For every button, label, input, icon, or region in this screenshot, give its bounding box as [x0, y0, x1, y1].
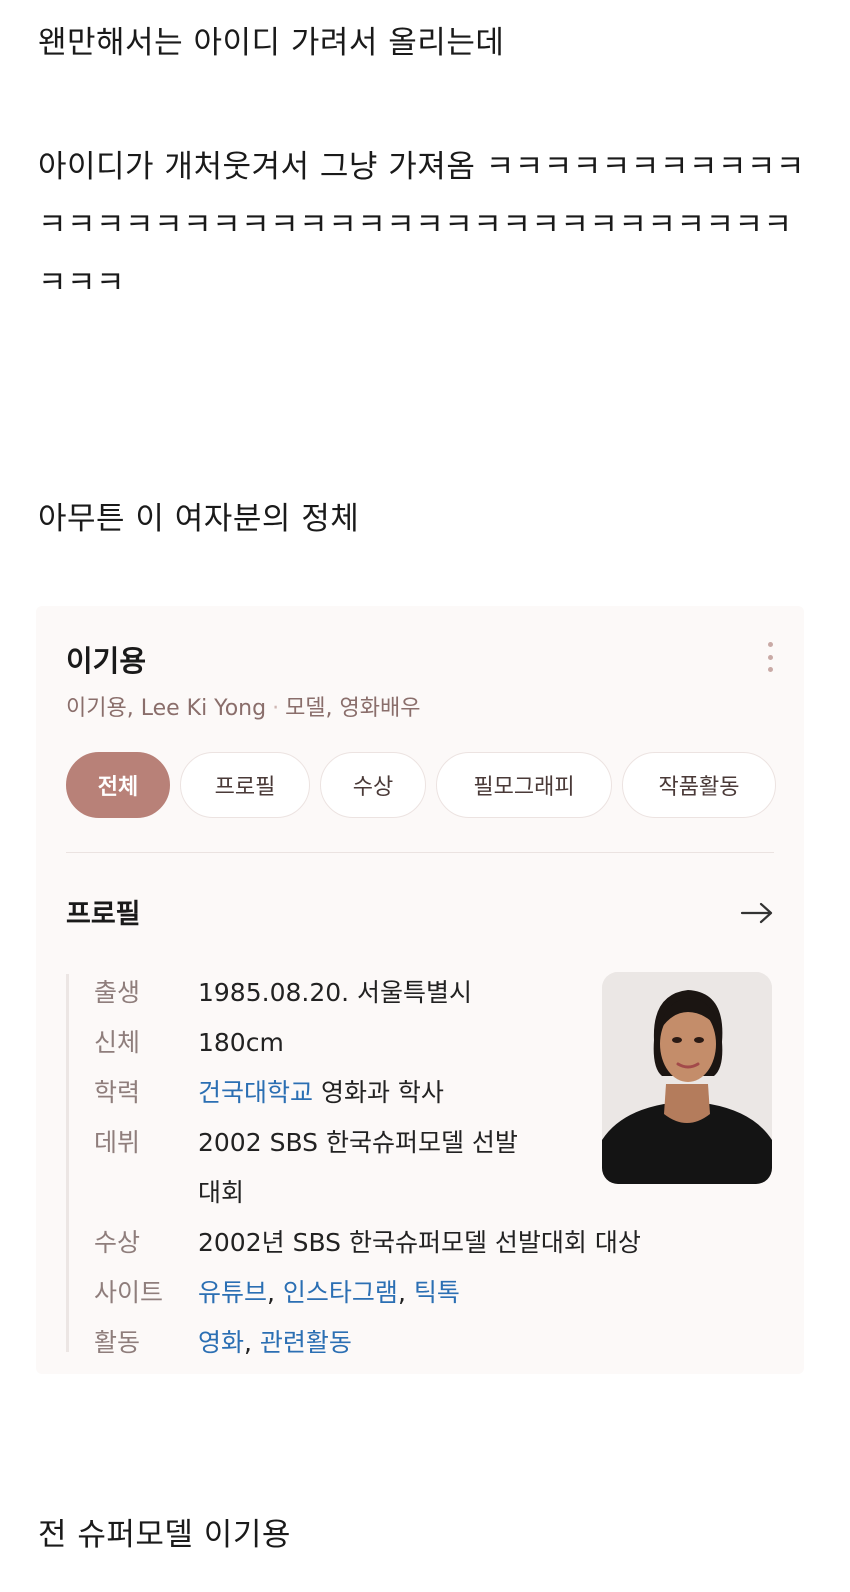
- profile-key: 신체: [94, 1028, 141, 1057]
- profile-row-activity: 활동 영화, 관련활동: [94, 1318, 594, 1368]
- education-rest: 영화과 학사: [313, 1078, 444, 1107]
- profile-row-body: 신체 180cm: [94, 1018, 594, 1068]
- movie-link[interactable]: 영화: [198, 1328, 244, 1357]
- profile-key: 데뷔: [94, 1128, 141, 1157]
- instagram-link[interactable]: 인스타그램: [283, 1278, 398, 1307]
- tiktok-link[interactable]: 틱톡: [414, 1278, 460, 1307]
- profile-left-bar: [66, 974, 69, 1352]
- profile-key: 활동: [94, 1328, 141, 1357]
- youtube-link[interactable]: 유튜브: [198, 1278, 267, 1307]
- profile-photo-image: [602, 972, 772, 1184]
- divider: [66, 852, 774, 853]
- person-subtitle: 이기용, Lee Ki Yong · 모델, 영화배우: [66, 690, 421, 722]
- profile-value: 영화, 관련활동: [198, 1328, 352, 1357]
- search-result-card: 이기용 이기용, Lee Ki Yong · 모델, 영화배우 전체 프로필 수상 …: [36, 606, 804, 1374]
- vertical-ellipsis-icon[interactable]: [766, 642, 774, 672]
- profile-row-debut: 데뷔 2002 SBS 한국슈퍼모델 선발대회: [94, 1118, 594, 1218]
- profile-value: 2002 SBS 한국슈퍼모델 선발대회: [198, 1128, 518, 1207]
- subtitle-jobs: 모델, 영화배우: [285, 696, 421, 721]
- post-line-laugh: 아이디가 개처웃겨서 그냥 가져옴 ㅋㅋㅋㅋㅋㅋㅋㅋㅋㅋㅋㅋㅋㅋㅋㅋㅋㅋㅋㅋㅋㅋ…: [38, 149, 805, 301]
- related-activity-link[interactable]: 관련활동: [260, 1328, 352, 1357]
- profile-row-site: 사이트 유튜브, 인스타그램, 틱톡: [94, 1268, 594, 1318]
- profile-value: 2002년 SBS 한국슈퍼모델 선발대회 대상: [198, 1228, 641, 1257]
- tab-all[interactable]: 전체: [66, 752, 170, 818]
- post-line-reveal: 아무튼 이 여자분의 정체: [38, 501, 360, 537]
- profile-row-award: 수상 2002년 SBS 한국슈퍼모델 선발대회 대상: [94, 1218, 641, 1268]
- education-link[interactable]: 건국대학교: [198, 1078, 313, 1107]
- profile-row-education: 학력 건국대학교 영화과 학사: [94, 1068, 594, 1118]
- tab-works[interactable]: 작품활동: [622, 752, 776, 818]
- post-line-conclusion: 전 슈퍼모델 이기용: [38, 1517, 291, 1553]
- profile-value: 1985.08.20. 서울특별시: [198, 978, 473, 1007]
- profile-list: 출생 1985.08.20. 서울특별시 신체 180cm 학력 건국대학교 영…: [94, 968, 641, 1368]
- profile-row-birth: 출생 1985.08.20. 서울특별시: [94, 968, 594, 1018]
- profile-key: 수상: [94, 1228, 141, 1257]
- profile-value: 180cm: [198, 1028, 284, 1057]
- arrow-right-icon[interactable]: [740, 902, 774, 924]
- section-title-profile: 프로필: [66, 899, 141, 930]
- profile-photo[interactable]: [602, 972, 772, 1184]
- subtitle-names: 이기용, Lee Ki Yong: [66, 696, 267, 721]
- tab-awards[interactable]: 수상: [320, 752, 426, 818]
- profile-key: 사이트: [94, 1278, 164, 1307]
- tab-profile[interactable]: 프로필: [180, 752, 310, 818]
- person-name: 이기용: [66, 644, 147, 678]
- tab-bar: 전체 프로필 수상 필모그래피 작품활동: [66, 752, 776, 818]
- post-line-intro: 왠만해서는 아이디 가려서 올리는데: [38, 25, 505, 61]
- profile-key: 출생: [94, 978, 141, 1007]
- profile-key: 학력: [94, 1078, 141, 1107]
- separator-dot-icon: ·: [272, 696, 280, 721]
- tab-filmography[interactable]: 필모그래피: [436, 752, 612, 818]
- profile-value: 유튜브, 인스타그램, 틱톡: [198, 1278, 460, 1307]
- profile-value: 건국대학교 영화과 학사: [198, 1068, 578, 1118]
